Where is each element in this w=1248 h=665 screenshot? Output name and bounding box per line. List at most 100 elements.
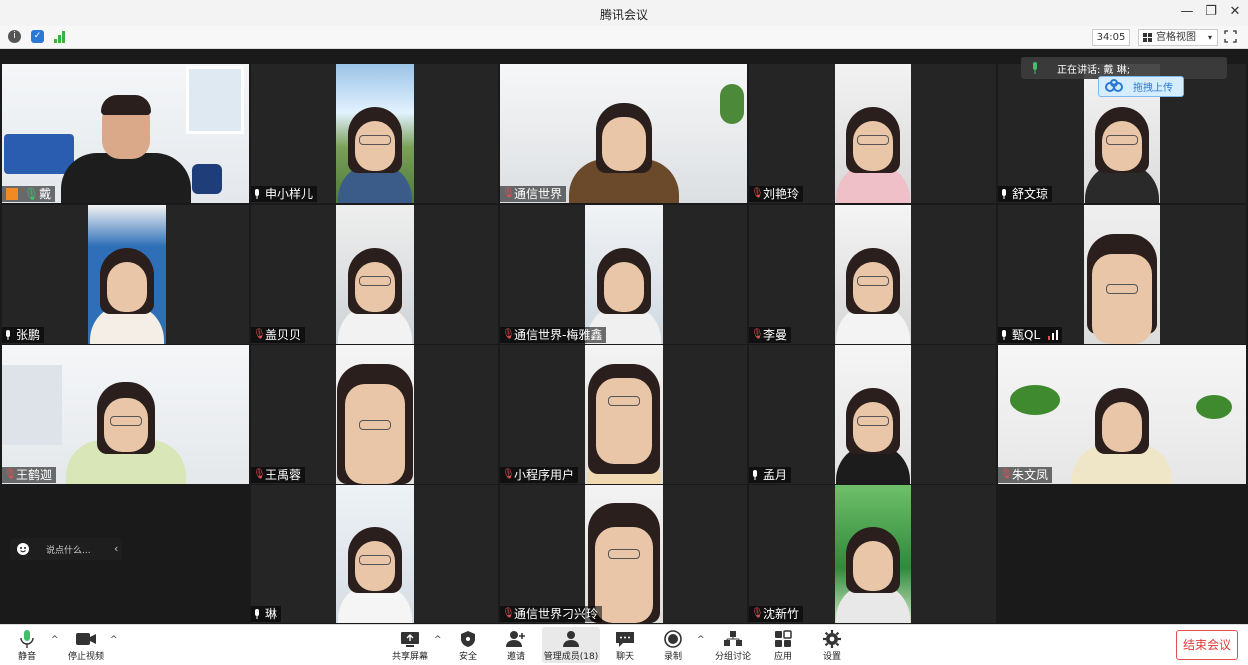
mic-on-icon [1033,62,1037,74]
window-title: 腾讯会议 [599,8,648,22]
participant-nameplate: 🎙戴 [2,186,56,202]
mic-muted-icon: 🎙 [502,608,515,619]
mic-on-icon [1002,189,1006,199]
record-icon [664,630,682,648]
video-tile[interactable]: 张鹏 [2,205,249,344]
participant-avatar [835,107,911,203]
video-tile[interactable]: 🎙 通信世界 [500,64,747,203]
video-tile[interactable]: 甄QL [998,205,1246,344]
video-tile[interactable]: 🎙 朱文凤 [998,345,1246,484]
participant-nameplate: 🎙 沈新竹 [749,606,804,622]
close-button[interactable]: ✕ [1226,4,1244,19]
settings-button[interactable]: 设置 [807,627,857,663]
add-user-icon [506,631,525,647]
gear-icon [823,630,841,648]
stop-video-button[interactable]: 停止视频 [61,627,111,663]
share-screen-button[interactable]: 共享屏幕 [385,627,435,663]
participant-nameplate: 🎙 朱文凤 [998,467,1053,483]
participant-nameplate: 🎙 刘艳玲 [749,186,804,202]
plant-image [1010,385,1060,415]
participant-nameplate: 舒文琼 [998,186,1053,202]
participant-nameplate: 申小样儿 [251,186,318,202]
chair-image [192,164,222,194]
chevron-down-icon: ▾ [1207,33,1212,42]
mute-button[interactable]: 静音 [2,627,52,663]
mic-muted-icon: 🎙 [751,608,764,619]
participant-avatar [835,244,911,344]
drag-upload-button[interactable]: 拖拽上传 [1098,76,1184,97]
participant-avatar [1084,224,1160,344]
video-tile[interactable]: 申小样儿 [251,64,498,203]
mic-on-icon [1002,330,1006,340]
fullscreen-icon[interactable] [1224,30,1237,43]
video-tile[interactable]: 🎙 通信世界刁兴玲 [500,485,747,623]
participant-avatar [835,523,911,623]
participant-avatar [336,523,414,623]
mic-on-icon [255,609,259,619]
signal-icon[interactable] [54,31,66,43]
chevron-up-icon[interactable]: ^ [697,635,705,645]
video-tile[interactable]: 孟月 [749,345,996,484]
participant-avatar [1084,107,1160,203]
mic-muted-icon: 🎙 [502,469,515,480]
grid-icon [1143,33,1152,42]
video-tile[interactable]: 🎙戴 [2,64,249,203]
mic-muted-icon: 🎙 [253,469,266,480]
video-tile[interactable]: 🎙 李曼 [749,205,996,344]
mic-muted-icon: 🎙 [502,188,515,199]
view-mode-dropdown[interactable]: 宫格视图 ▾ [1138,29,1218,46]
video-tile[interactable]: 🎙 王鹤迦 [2,345,249,484]
mic-on-icon [255,189,259,199]
participant-nameplate: 🎙 通信世界-梅雅鑫 [500,327,607,343]
video-tile[interactable]: 🎙 沈新竹 [749,485,996,623]
shield-icon[interactable]: ✓ [31,30,44,43]
emoji-icon[interactable] [16,542,30,556]
mic-muted-icon: 🎙 [751,329,764,340]
participant-avatar [56,83,196,203]
chevron-up-icon[interactable]: ^ [51,635,59,645]
view-mode-label: 宫格视图 [1156,32,1196,43]
participant-avatar [336,107,414,203]
minimize-button[interactable]: — [1178,4,1196,19]
members-icon [563,631,579,647]
participant-nameplate: 🎙 小程序用户 [500,467,579,483]
quick-chat-input[interactable]: 说点什么... ‹ [10,538,122,560]
video-tile[interactable]: 琳 [251,485,498,623]
chevron-left-icon[interactable]: ‹ [114,542,118,555]
participant-nameplate: 张鹏 [2,327,45,343]
participant-nameplate: 🎙 通信世界 [500,186,567,202]
video-camera-icon [76,633,96,645]
meeting-timer: 34:05 [1092,29,1130,46]
participant-avatar [88,248,166,344]
chevron-up-icon[interactable]: ^ [110,635,118,645]
participant-avatar [65,374,186,484]
video-tile[interactable]: 🎙 刘艳玲 [749,64,996,203]
mic-muted-icon: 🎙 [502,329,515,340]
plant-image [1196,395,1232,419]
mic-muted-icon: 🎙 [253,329,266,340]
mic-icon [20,630,34,648]
record-button[interactable]: 录制 [648,627,698,663]
participant-nameplate: 🎙 王鹤迦 [2,467,57,483]
participant-nameplate: 🎙 李曼 [749,327,792,343]
drag-upload-label: 拖拽上传 [1133,83,1173,94]
host-icon [6,188,18,200]
meeting-info-bar: i ✓ 34:05 宫格视图 ▾ [0,26,1248,49]
video-tile[interactable]: 🎙 小程序用户 [500,345,747,484]
participant-nameplate: 🎙 通信世界刁兴玲 [500,606,603,622]
video-tile[interactable]: 🎙 盖贝贝 [251,205,498,344]
participant-avatar [585,354,663,484]
shield-icon [461,631,475,647]
mic-muted-icon: 🎙 [4,469,17,480]
mic-muted-icon: 🎙 [751,188,764,199]
meeting-toolbar: 静音 ^ 停止视频 ^ 共享屏幕 ^ 安全 邀请 管理成员(18) 聊天 录制 … [0,624,1248,665]
chevron-up-icon[interactable]: ^ [434,635,442,645]
video-tile[interactable]: 🎙 通信世界-梅雅鑫 [500,205,747,344]
end-meeting-button[interactable]: 结束会议 [1176,630,1238,660]
restore-button[interactable]: ❐ [1202,4,1220,19]
participant-avatar [336,354,414,484]
info-icon[interactable]: i [8,30,21,43]
participant-nameplate: 孟月 [749,467,792,483]
video-tile[interactable]: 🎙 王禹蓉 [251,345,498,484]
cloud-icon [1105,79,1123,92]
